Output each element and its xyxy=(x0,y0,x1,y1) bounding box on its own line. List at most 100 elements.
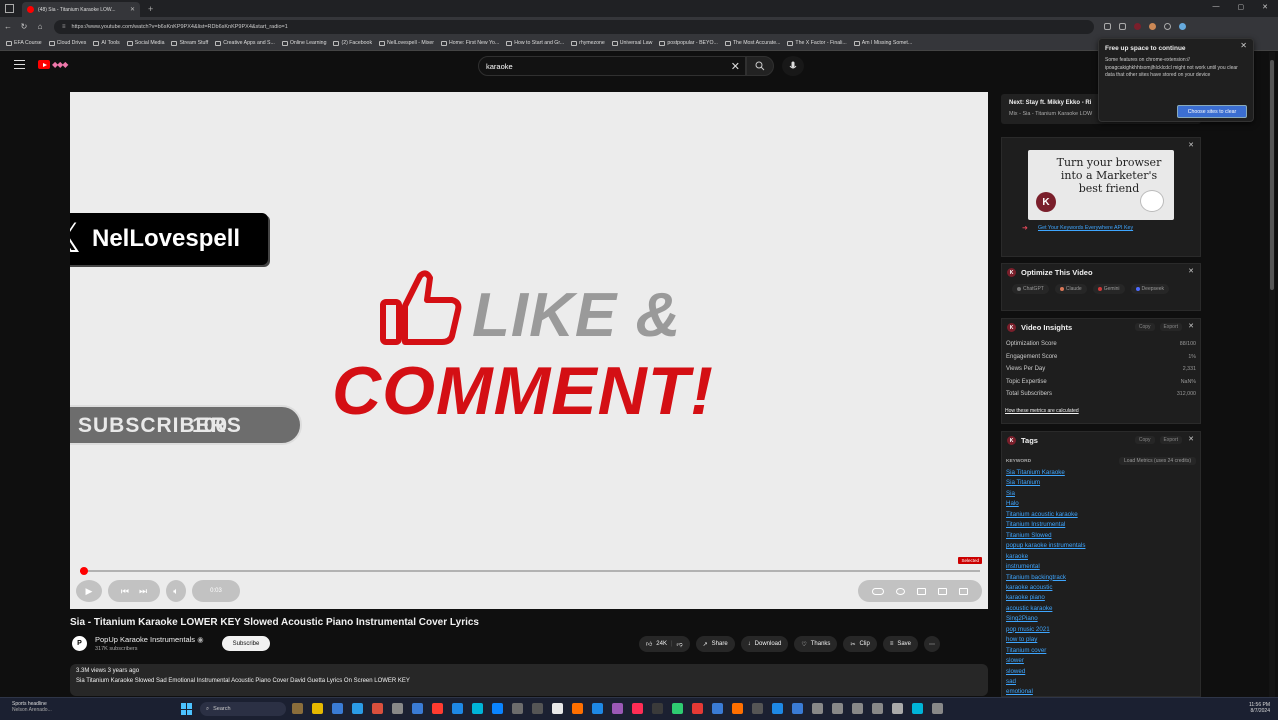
taskbar-app-icon[interactable] xyxy=(732,703,743,714)
more-actions-button[interactable]: ⋯ xyxy=(924,636,941,652)
bookmark-item[interactable]: Social Media xyxy=(126,40,164,46)
taskbar-app-icon[interactable] xyxy=(932,703,943,714)
bookmark-item[interactable]: The X Factor - Finali... xyxy=(787,40,847,46)
taskbar-app-icon[interactable] xyxy=(852,703,863,714)
doodle-logo-icon[interactable]: ◆◆◆ xyxy=(52,60,69,69)
extensions-icon[interactable] xyxy=(1119,23,1126,30)
taskbar-app-icon[interactable] xyxy=(532,703,543,714)
taskbar-app-icon[interactable] xyxy=(592,703,603,714)
channel-avatar[interactable]: P xyxy=(72,636,87,651)
tag-link[interactable]: acoustic karaoke xyxy=(1006,605,1052,612)
subscribe-button[interactable]: Subscribe xyxy=(222,636,270,651)
taskbar-app-icon[interactable] xyxy=(392,703,403,714)
thanks-button[interactable]: ♡ Thanks xyxy=(794,636,838,652)
bookmark-item[interactable]: How to Start and Gr... xyxy=(506,40,564,46)
tag-link[interactable]: Sia Titanium Karaoke xyxy=(1006,469,1065,476)
bookmark-item[interactable]: (2) Facebook xyxy=(333,40,372,46)
tag-link[interactable]: Titanium Slowed xyxy=(1006,532,1052,539)
dislike-icon[interactable]: 👎︎ xyxy=(677,640,683,648)
taskbar-app-icon[interactable] xyxy=(792,703,803,714)
taskbar-app-icon[interactable] xyxy=(892,703,903,714)
copy-button[interactable]: Copy xyxy=(1134,436,1155,444)
chatgpt-chip[interactable]: ChatGPT xyxy=(1012,284,1049,294)
channel-name[interactable]: PopUp Karaoke Instrumentals ◉ xyxy=(95,635,204,644)
tag-link[interactable]: Titanium acoustic karaoke xyxy=(1006,511,1078,518)
bookmark-item[interactable]: Universal Law xyxy=(611,40,652,46)
taskbar-app-icon[interactable] xyxy=(512,703,523,714)
description-box[interactable]: 3.3M views 3 years ago Sia Titanium Kara… xyxy=(70,664,988,696)
close-optimize-icon[interactable]: ✕ xyxy=(1188,267,1194,275)
tag-link[interactable]: Halo xyxy=(1006,500,1019,507)
download-button[interactable]: ↓ Download xyxy=(740,636,789,652)
taskbar-app-icon[interactable] xyxy=(472,703,483,714)
bookmark-item[interactable]: rhymezone xyxy=(571,40,605,46)
close-window-icon[interactable]: ✕ xyxy=(1262,3,1268,11)
search-input[interactable]: karaoke xyxy=(486,62,513,71)
home-icon[interactable]: ⌂ xyxy=(32,22,48,31)
search-box[interactable]: karaoke ✕ xyxy=(478,56,746,76)
url-field[interactable]: ≡ https://www.youtube.com/watch?v=b6sKnK… xyxy=(54,19,1094,34)
taskbar-app-icon[interactable] xyxy=(632,703,643,714)
tag-link[interactable]: Titanium cover xyxy=(1006,647,1046,654)
tag-link[interactable]: Titanium Instrumental xyxy=(1006,521,1065,528)
play-button[interactable]: ▶ xyxy=(76,580,102,602)
system-tray-clock[interactable]: 11:56 PM 8/7/2024 xyxy=(1249,702,1270,714)
bookmark-star-icon[interactable] xyxy=(1104,23,1111,30)
taskbar-app-icon[interactable] xyxy=(572,703,583,714)
taskbar-app-icon[interactable] xyxy=(372,703,383,714)
next-icon[interactable]: ⏭ xyxy=(139,586,147,597)
taskbar-app-icon[interactable] xyxy=(352,703,363,714)
choose-sites-button[interactable]: Choose sites to clear xyxy=(1177,105,1247,118)
reload-icon[interactable]: ↻ xyxy=(16,22,32,31)
share-button[interactable]: ↗ Share xyxy=(695,636,735,652)
taskbar-app-icon[interactable] xyxy=(752,703,763,714)
autoplay-toggle-icon[interactable] xyxy=(872,587,884,595)
taskbar-app-icon[interactable] xyxy=(652,703,663,714)
tag-link[interactable]: sad xyxy=(1006,678,1016,685)
bookmark-item[interactable]: Stream Stuff xyxy=(171,40,208,46)
news-widget[interactable]: Sports headline Nelson Arenado... xyxy=(12,701,52,713)
clip-button[interactable]: ✂ Clip xyxy=(843,636,877,652)
profile-avatar[interactable] xyxy=(1149,23,1156,30)
maximize-icon[interactable]: ▢ xyxy=(1238,3,1245,11)
taskbar-app-icon[interactable] xyxy=(292,703,303,714)
taskbar-app-icon[interactable] xyxy=(692,703,703,714)
export-button[interactable]: Export xyxy=(1159,323,1182,331)
keywords-everywhere-icon[interactable] xyxy=(1134,23,1141,30)
channel-name-text[interactable]: PopUp Karaoke Instrumentals xyxy=(95,635,195,644)
metrics-info-link[interactable]: How these metrics are calculated xyxy=(1005,408,1079,414)
bookmark-item[interactable]: Am I Missing Somet... xyxy=(853,40,912,46)
ad-banner[interactable]: Turn your browser into a Marketer's best… xyxy=(1028,150,1174,220)
tag-link[interactable]: popup karaoke instrumentals xyxy=(1006,542,1085,549)
close-insights-icon[interactable]: ✕ xyxy=(1188,322,1194,330)
taskbar-app-icon[interactable] xyxy=(552,703,563,714)
settings-gear-icon[interactable] xyxy=(896,587,905,595)
tag-link[interactable]: how to play xyxy=(1006,636,1037,643)
deepseek-chip[interactable]: Deepseek xyxy=(1130,284,1170,294)
bookmark-item[interactable]: Creative Apps and S... xyxy=(215,40,275,46)
scrollbar-thumb[interactable] xyxy=(1270,60,1274,290)
page-scrollbar[interactable] xyxy=(1269,52,1275,697)
bookmark-item[interactable]: Online Learning xyxy=(281,40,326,46)
like-button[interactable]: 👍︎ 24K | 👎︎ xyxy=(639,636,690,652)
close-popup-icon[interactable]: ✕ xyxy=(1240,41,1247,50)
taskbar-app-icon[interactable] xyxy=(492,703,503,714)
search-button[interactable] xyxy=(746,56,774,76)
taskbar-app-icon[interactable] xyxy=(772,703,783,714)
taskbar-app-icon[interactable] xyxy=(872,703,883,714)
api-key-link[interactable]: Get Your Keywords Everywhere API Key xyxy=(1038,225,1133,231)
close-ad-icon[interactable]: ✕ xyxy=(1188,141,1194,149)
tag-link[interactable]: Sia xyxy=(1006,490,1015,497)
progress-bar[interactable] xyxy=(79,567,980,575)
bookmark-item[interactable]: The Most Accurate... xyxy=(724,40,780,46)
export-button[interactable]: Export xyxy=(1159,436,1182,444)
taskbar-app-icon[interactable] xyxy=(332,703,343,714)
tag-link[interactable]: Titanium backingtrack xyxy=(1006,574,1066,581)
tag-link[interactable]: Sing2Piano xyxy=(1006,615,1038,622)
tag-link[interactable]: instrumental xyxy=(1006,563,1040,570)
previous-icon[interactable]: ⏮ xyxy=(121,586,129,597)
bookmark-item[interactable]: postpopular - BEYO... xyxy=(659,40,718,46)
close-tags-icon[interactable]: ✕ xyxy=(1188,435,1194,443)
copy-button[interactable]: Copy xyxy=(1134,323,1155,331)
bookmark-item[interactable]: Home: First New Yo... xyxy=(441,40,499,46)
